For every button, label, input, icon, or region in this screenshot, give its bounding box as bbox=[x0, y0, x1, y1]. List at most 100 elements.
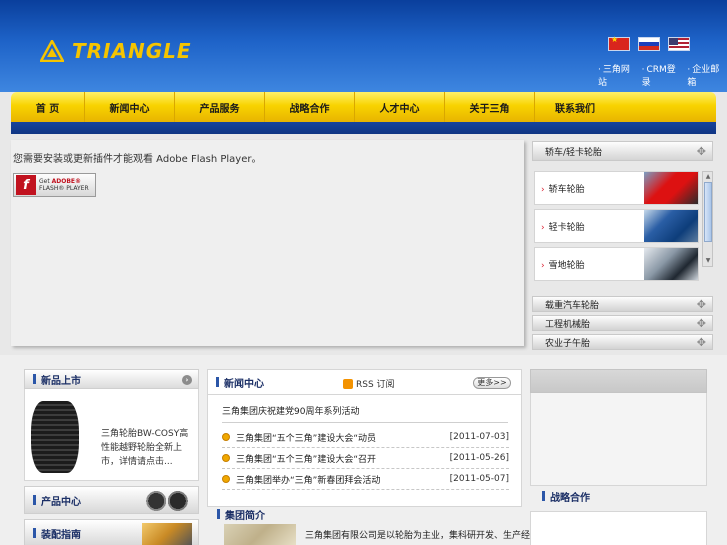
header-bar bbox=[33, 374, 36, 384]
rss-link[interactable]: RSS 订阅 bbox=[343, 377, 395, 390]
logo[interactable]: TRIANGLE bbox=[40, 36, 192, 66]
new-product-text: 三角轮胎BW-COSY高性能越野轮胎全新上市，详情请点击... bbox=[101, 429, 189, 467]
news-item-title: 三角集团“五个三角”建设大会“召开 bbox=[236, 454, 376, 465]
nav-news[interactable]: 新闻中心 bbox=[85, 92, 175, 122]
new-product-title: 新品上市 bbox=[41, 375, 81, 387]
news-item-date: [2011-07-03] bbox=[449, 432, 509, 442]
partner-body bbox=[530, 511, 707, 545]
banner-box bbox=[530, 369, 707, 393]
triangle-logo-icon bbox=[40, 40, 64, 62]
tire-image bbox=[31, 401, 79, 473]
sidebar-row-agriculture[interactable]: 农业子午胎 ✥ bbox=[532, 334, 713, 350]
fitment-guide-label: 装配指南 bbox=[41, 529, 81, 541]
main-nav: 首 页 新闻中心 产品服务 战略合作 人才中心 关于三角 联系我们 bbox=[11, 92, 716, 122]
right-column: 战略合作 bbox=[530, 369, 707, 545]
expand-plus-icon: ✥ bbox=[696, 316, 706, 330]
nav-talent[interactable]: 人才中心 bbox=[355, 92, 445, 122]
top-links: · 三角网站 · CRM登录 · 企业邮箱 bbox=[598, 62, 727, 88]
banner-panel bbox=[530, 393, 707, 486]
tires-image bbox=[140, 490, 194, 512]
divider bbox=[222, 422, 508, 423]
partner-title: 战略合作 bbox=[550, 492, 590, 504]
sidebar-title: 轿车/轻卡轮胎 bbox=[545, 147, 603, 158]
company-image bbox=[224, 524, 296, 545]
news-item[interactable]: 三角集团“五个三角”建设大会“召开 [2011-05-26] bbox=[222, 448, 509, 469]
bullet-icon bbox=[222, 433, 230, 441]
scroll-thumb[interactable] bbox=[704, 182, 712, 242]
header-bar bbox=[33, 528, 36, 538]
header-bar bbox=[216, 377, 219, 387]
usa-flag-icon[interactable] bbox=[668, 37, 690, 51]
flash-message: 您需要安装或更新插件才能观看 Adobe Flash Player。 bbox=[13, 154, 262, 165]
toplink-crm[interactable]: · CRM登录 bbox=[642, 62, 684, 88]
news-item-title: 三角集团举办“三角”新春团拜会活动 bbox=[236, 475, 381, 486]
news-body: 三角集团庆祝建党90周年系列活动 三角集团“五个三角”建设大会“动员 [2011… bbox=[207, 395, 522, 507]
china-flag-icon[interactable] bbox=[608, 35, 630, 51]
toplink-site[interactable]: · 三角网站 bbox=[598, 62, 638, 88]
header-bar bbox=[33, 495, 36, 505]
news-item-date: [2011-05-26] bbox=[449, 453, 509, 463]
sidebar-item-car-tire[interactable]: › 轿车轮胎 bbox=[534, 171, 699, 205]
more-circle-icon[interactable]: › bbox=[182, 375, 192, 385]
news-title: 新闻中心 bbox=[224, 378, 264, 390]
fitment-image bbox=[142, 523, 192, 545]
sidebar-row-engineering[interactable]: 工程机械胎 ✥ bbox=[532, 315, 713, 331]
site-header: TRIANGLE ·三角网站 ·CRM登录 ·企业邮箱 bbox=[0, 0, 727, 92]
product-center-label: 产品中心 bbox=[41, 496, 81, 508]
sidebar-scrollbar[interactable]: ▲ ▼ bbox=[702, 171, 713, 267]
flash-banner: 您需要安装或更新插件才能观看 Adobe Flash Player。 f Get… bbox=[11, 140, 524, 346]
nav-strategy[interactable]: 战略合作 bbox=[265, 92, 355, 122]
expand-plus-icon: ✥ bbox=[696, 297, 706, 311]
news-header: 新闻中心 RSS 订阅 更多>> bbox=[207, 369, 522, 395]
left-column: 新品上市 › 三角轮胎BW-COSY高性能越野轮胎全新上市，详情请点击... 产… bbox=[24, 369, 199, 545]
sidebar-header[interactable]: 轿车/轻卡轮胎 ✥ bbox=[532, 141, 713, 161]
header-bar bbox=[542, 491, 545, 501]
news-more-button[interactable]: 更多>> bbox=[473, 377, 511, 389]
nav-home[interactable]: 首 页 bbox=[11, 92, 85, 122]
expand-plus-icon[interactable]: ✥ bbox=[697, 145, 706, 158]
car-tire-thumbnail bbox=[644, 172, 698, 204]
nav-about[interactable]: 关于三角 bbox=[445, 92, 535, 122]
news-item[interactable]: 三角集团举办“三角”新春团拜会活动 [2011-05-07] bbox=[222, 469, 509, 490]
rss-icon bbox=[343, 378, 353, 389]
rss-label: RSS 订阅 bbox=[356, 380, 395, 390]
news-headline[interactable]: 三角集团庆祝建党90周年系列活动 bbox=[222, 404, 359, 417]
arrow-icon: › bbox=[541, 260, 545, 271]
scroll-down-icon[interactable]: ▼ bbox=[704, 257, 712, 265]
nav-subbar bbox=[11, 122, 716, 134]
news-list: 三角集团“五个三角”建设大会“动员 [2011-07-03] 三角集团“五个三角… bbox=[222, 427, 509, 490]
news-item-title: 三角集团“五个三角”建设大会“动员 bbox=[236, 433, 376, 444]
intro-title: 集团简介 bbox=[225, 510, 265, 522]
sidebar-item-snow-tire[interactable]: › 雪地轮胎 bbox=[534, 247, 699, 281]
partner-header: 战略合作 bbox=[530, 486, 707, 506]
sidebar-row-truck[interactable]: 载重汽车轮胎 ✥ bbox=[532, 296, 713, 312]
news-item[interactable]: 三角集团“五个三角”建设大会“动员 [2011-07-03] bbox=[222, 427, 509, 448]
arrow-icon: › bbox=[541, 222, 545, 233]
news-item-date: [2011-05-07] bbox=[449, 474, 509, 484]
bullet-icon bbox=[222, 475, 230, 483]
snow-tire-thumbnail bbox=[644, 248, 698, 280]
new-product-box[interactable]: 三角轮胎BW-COSY高性能越野轮胎全新上市，详情请点击... bbox=[24, 389, 199, 481]
sidebar-list: › 轿车轮胎 › 轻卡轮胎 › 雪地轮胎 ▲ ▼ bbox=[532, 171, 713, 293]
product-center-button[interactable]: 产品中心 bbox=[24, 486, 199, 514]
sidebar-item-light-truck-tire[interactable]: › 轻卡轮胎 bbox=[534, 209, 699, 243]
expand-plus-icon: ✥ bbox=[696, 335, 706, 349]
header-bar bbox=[217, 509, 220, 519]
intro-header: 集团简介 bbox=[207, 507, 522, 522]
russia-flag-icon[interactable] bbox=[638, 37, 660, 51]
get-flash-label: Get ADOBE® FLASH® PLAYER bbox=[39, 178, 89, 192]
bullet-icon bbox=[222, 454, 230, 462]
flash-player-icon: f bbox=[16, 175, 36, 195]
fitment-guide-button[interactable]: 装配指南 bbox=[24, 519, 199, 545]
nav-products[interactable]: 产品服务 bbox=[175, 92, 265, 122]
arrow-icon: › bbox=[541, 184, 545, 195]
language-flags bbox=[608, 35, 690, 51]
nav-contact[interactable]: 联系我们 bbox=[535, 92, 615, 122]
product-sidebar: 轿车/轻卡轮胎 ✥ › 轿车轮胎 › 轻卡轮胎 › 雪地轮胎 ▲ ▼ 载重汽车轮胎 ✥ … bbox=[532, 141, 713, 350]
logo-text: TRIANGLE bbox=[72, 39, 192, 63]
get-flash-button[interactable]: f Get ADOBE® FLASH® PLAYER bbox=[13, 173, 96, 197]
scroll-up-icon[interactable]: ▲ bbox=[704, 173, 712, 181]
news-column: 新闻中心 RSS 订阅 更多>> 三角集团庆祝建党90周年系列活动 三角集团“五… bbox=[207, 369, 522, 507]
truck-tire-thumbnail bbox=[644, 210, 698, 242]
toplink-mail[interactable]: · 企业邮箱 bbox=[687, 62, 727, 88]
